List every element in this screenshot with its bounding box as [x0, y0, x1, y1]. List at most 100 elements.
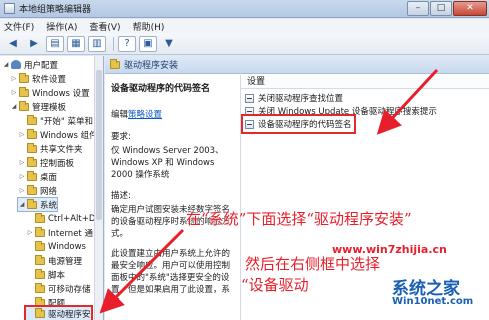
list-item[interactable]: 关闭 Windows Update 设备驱动程序搜索提示: [245, 105, 437, 117]
tree-node-label: 控制面板: [40, 158, 75, 169]
tree-node-label: Windows: [48, 241, 86, 252]
folder-icon: [27, 114, 37, 125]
tree-node-windows[interactable]: Windows: [26, 240, 86, 253]
tree-scrollbar[interactable]: [94, 56, 103, 320]
tree-node-ctrl-alt-del[interactable]: Ctrl+Alt+D: [26, 212, 95, 225]
expand-arrow-icon[interactable]: ◢: [18, 201, 26, 208]
expand-arrow-icon[interactable]: ◢: [10, 103, 18, 110]
tree-node-label: "开始" 菜单和: [40, 116, 94, 127]
tree-node-user-config[interactable]: ◢ 用户配置: [2, 58, 58, 71]
expand-arrow-icon[interactable]: ▷: [18, 131, 26, 138]
tree-node-shared-folders[interactable]: 共享文件夹: [18, 142, 83, 155]
scrollbar-thumb[interactable]: [96, 70, 102, 220]
menu-help[interactable]: 帮助(H): [133, 20, 165, 33]
expand-arrow-icon[interactable]: ◢: [2, 61, 10, 68]
list-item[interactable]: 关闭驱动程序查找位置: [245, 92, 343, 104]
folder-icon: [35, 282, 45, 293]
tree-node-windows-components[interactable]: ▷ Windows 组件: [18, 128, 98, 141]
tree-node-label: Internet 通: [48, 228, 93, 239]
list-item-label: 关闭 Windows Update 设备驱动程序搜索提示: [258, 107, 437, 117]
tree-node-label: 软件设置: [32, 74, 67, 85]
expand-arrow-icon[interactable]: ▷: [18, 187, 26, 194]
menu-bar: 文件(F) 操作(A) 查看(V) 帮助(H): [0, 19, 489, 33]
filter-icon[interactable]: ▼: [160, 36, 178, 52]
tree-node-control-panel[interactable]: ▷ 控制面板: [18, 156, 74, 169]
tree-node-start-menu[interactable]: "开始" 菜单和: [18, 114, 93, 127]
tree-node-label: 脚本: [48, 270, 66, 281]
folder-icon: [27, 198, 37, 209]
tree-node-label: 管理模板: [32, 102, 67, 113]
tree-node-admin-templates[interactable]: ◢ 管理模板: [10, 100, 66, 113]
edit-policy-line: 编辑策略设置: [111, 108, 234, 120]
folder-icon: [27, 184, 37, 195]
watermark-site-url: www.win7zhijia.cn: [332, 243, 447, 256]
folder-icon: [19, 72, 29, 83]
folder-icon: [27, 142, 37, 153]
tree-node-network[interactable]: ▷ 网络: [18, 184, 57, 197]
properties-icon[interactable]: ▣: [139, 35, 157, 52]
folder-icon: [35, 254, 45, 265]
expand-arrow-icon[interactable]: ▷: [26, 229, 34, 236]
tree-node-internet-comm[interactable]: ▷ Internet 通: [26, 226, 93, 239]
expand-arrow-icon[interactable]: ▷: [10, 89, 18, 96]
tree-node-label: 用户配置: [24, 60, 59, 71]
section-header-title: 驱动程序安装: [124, 61, 179, 71]
folder-icon: [27, 156, 37, 167]
policy-setting-icon: [245, 119, 254, 129]
tree-node-system[interactable]: ◢ 系统: [16, 197, 59, 212]
navigation-tree[interactable]: ◢ 用户配置 ▷ 软件设置 ▷ Windows 设置 ◢ 管理模板 "开始" 菜…: [0, 56, 104, 320]
show-hide-tree-icon[interactable]: ▦: [67, 35, 85, 52]
back-arrow-icon[interactable]: ◀: [4, 36, 22, 52]
policy-setting-icon: [245, 93, 254, 103]
list-item-code-signing[interactable]: 设备驱动程序的代码签名: [241, 114, 356, 134]
tree-node-label: 系统: [40, 200, 58, 211]
section-header: 驱动程序安装: [105, 56, 489, 74]
tree-node-power-management[interactable]: 电源管理: [26, 254, 82, 267]
setting-title: 设备驱动程序的代码签名: [111, 84, 211, 94]
tree-node-label: 网络: [40, 186, 58, 197]
export-list-icon[interactable]: ▥: [88, 35, 106, 52]
folder-icon: [19, 100, 29, 111]
folder-icon: [27, 170, 37, 181]
tree-node-label: Ctrl+Alt+D: [48, 213, 96, 224]
expand-arrow-icon[interactable]: ▷: [18, 159, 26, 166]
menu-view[interactable]: 查看(V): [89, 20, 120, 33]
menu-file[interactable]: 文件(F): [4, 20, 34, 33]
edit-policy-link[interactable]: 策略设置: [128, 110, 162, 120]
minimize-button[interactable]: –: [407, 1, 429, 16]
tree-node-removable-storage[interactable]: 可移动存储: [26, 282, 91, 295]
policy-setting-icon: [245, 106, 254, 116]
description-more-text: 此设置建立由用户系统上允许的最安全响应。用户可以使用控制面板中的"系统"选择更安…: [111, 249, 231, 307]
annotation-step-3: “设备驱动: [241, 276, 309, 294]
folder-icon: [35, 226, 45, 237]
expand-arrow-icon[interactable]: ▷: [18, 173, 26, 180]
folder-icon: [27, 128, 37, 139]
tree-node-label: 驱动程序安: [48, 309, 91, 320]
tree-node-driver-installation[interactable]: 驱动程序安: [24, 305, 93, 320]
maximize-button[interactable]: □: [430, 1, 452, 16]
requirements-text: 仅 Windows Server 2003、Windows XP 和 Windo…: [111, 146, 224, 180]
help-icon[interactable]: ?: [118, 35, 136, 52]
tree-node-software-settings[interactable]: ▷ 软件设置: [10, 72, 66, 85]
list-item-label: 关闭驱动程序查找位置: [258, 94, 344, 104]
menu-action[interactable]: 操作(A): [46, 20, 77, 33]
up-folder-icon[interactable]: ▤: [46, 35, 64, 52]
description-label: 描述:: [111, 191, 131, 201]
title-bar: 本地组策略编辑器 – □ ✕: [0, 0, 489, 18]
close-button[interactable]: ✕: [453, 1, 487, 16]
tree-node-label: Windows 设置: [32, 88, 90, 99]
tree-node-desktop[interactable]: ▷ 桌面: [18, 170, 57, 183]
user-icon: [11, 60, 21, 69]
tree-node-label: 共享文件夹: [40, 144, 83, 155]
tree-node-label: 可移动存储: [48, 284, 91, 295]
expand-arrow-icon[interactable]: ▷: [10, 75, 18, 82]
edit-prefix: 编辑: [111, 110, 129, 120]
column-header-setting[interactable]: 设置: [241, 75, 489, 89]
tree-node-windows-settings[interactable]: ▷ Windows 设置: [10, 86, 90, 99]
app-icon: [4, 3, 15, 14]
tree-node-scripts[interactable]: 脚本: [26, 268, 65, 281]
tree-node-label: 桌面: [40, 172, 58, 183]
folder-icon: [35, 268, 45, 279]
list-item-label: 设备驱动程序的代码签名: [258, 120, 352, 130]
forward-arrow-icon[interactable]: ▶: [25, 36, 43, 52]
